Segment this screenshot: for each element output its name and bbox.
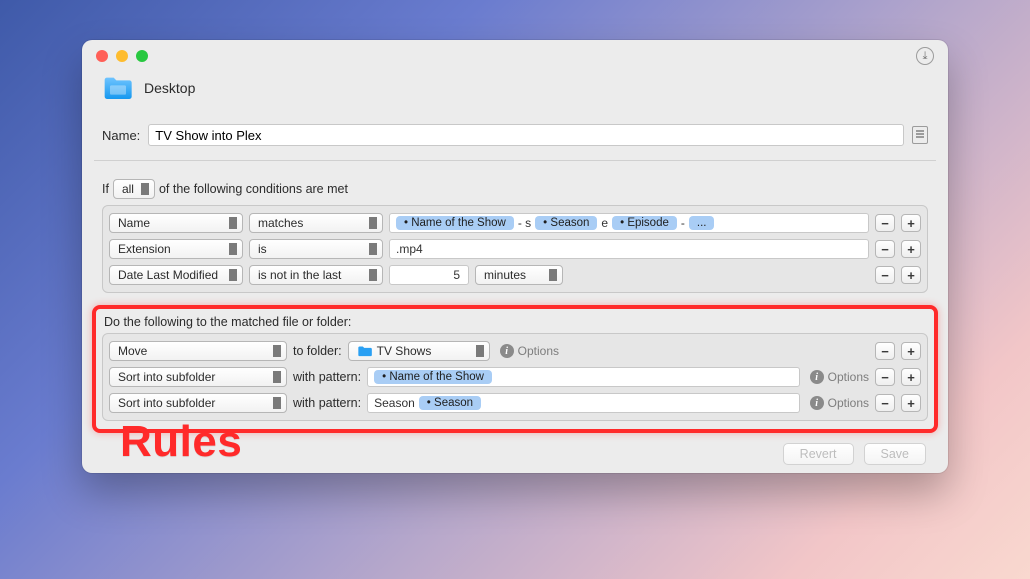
action-select[interactable]: Sort into subfolder (109, 367, 287, 387)
add-condition-button[interactable]: + (901, 240, 921, 258)
revert-button[interactable]: Revert (783, 443, 854, 465)
action-row: Sort into subfolder with pattern: • Name… (109, 364, 921, 390)
actions-rows: Move to folder: TV Shows i Options − + (102, 333, 928, 421)
joiner-text: with pattern: (293, 396, 361, 410)
actions-label: Do the following to the matched file or … (104, 315, 928, 329)
token-episode[interactable]: • Episode (612, 216, 677, 230)
conditions-rows: Name matches • Name of the Show - s • Se… (102, 205, 928, 293)
attr-select[interactable]: Name (109, 213, 243, 233)
pattern-field[interactable]: Season • Season (367, 393, 800, 413)
options-button[interactable]: i Options (500, 344, 559, 358)
download-icon[interactable]: ⤓ (916, 47, 934, 65)
condition-row: Date Last Modified is not in the last 5 … (109, 262, 921, 288)
action-row: Move to folder: TV Shows i Options − + (109, 338, 921, 364)
condition-row: Name matches • Name of the Show - s • Se… (109, 210, 921, 236)
name-row: Name: (82, 106, 948, 160)
remove-condition-button[interactable]: − (875, 214, 895, 232)
operator-select[interactable]: is (249, 239, 383, 259)
maximize-icon[interactable] (136, 50, 148, 62)
condition-row: Extension is .mp4 − + (109, 236, 921, 262)
conditions-section: If all of the following conditions are m… (94, 171, 936, 299)
conditions-label: If all of the following conditions are m… (102, 179, 928, 199)
pattern-field[interactable]: • Name of the Show (367, 367, 800, 387)
unit-select[interactable]: minutes (475, 265, 563, 285)
minimize-icon[interactable] (116, 50, 128, 62)
conditions-suffix: of the following conditions are met (159, 182, 348, 196)
add-condition-button[interactable]: + (901, 214, 921, 232)
info-icon: i (500, 344, 514, 358)
name-label: Name: (102, 128, 140, 143)
match-mode-select[interactable]: all (113, 179, 155, 199)
options-button[interactable]: i Options (810, 396, 869, 410)
value-field[interactable]: .mp4 (389, 239, 869, 259)
literal-text: Season (374, 396, 415, 410)
number-field[interactable]: 5 (389, 265, 469, 285)
attr-select[interactable]: Extension (109, 239, 243, 259)
joiner-text: with pattern: (293, 370, 361, 384)
context-header: Desktop (82, 40, 948, 106)
context-label: Desktop (144, 80, 195, 96)
operator-select[interactable]: is not in the last (249, 265, 383, 285)
remove-action-button[interactable]: − (875, 394, 895, 412)
attr-select[interactable]: Date Last Modified (109, 265, 243, 285)
close-icon[interactable] (96, 50, 108, 62)
info-icon: i (810, 396, 824, 410)
add-action-button[interactable]: + (901, 368, 921, 386)
add-action-button[interactable]: + (901, 394, 921, 412)
folder-icon (102, 72, 134, 104)
options-button[interactable]: i Options (810, 370, 869, 384)
divider (94, 160, 936, 161)
token-season[interactable]: • Season (535, 216, 597, 230)
save-button[interactable]: Save (864, 443, 927, 465)
joiner-text: to folder: (293, 344, 342, 358)
literal-text: e (601, 216, 608, 230)
notes-icon[interactable] (912, 126, 928, 144)
annotation-overlay: Rules (120, 417, 242, 467)
match-pattern-field[interactable]: • Name of the Show - s • Season e • Epis… (389, 213, 869, 233)
destination-folder-select[interactable]: TV Shows (348, 341, 490, 361)
action-select[interactable]: Move (109, 341, 287, 361)
add-condition-button[interactable]: + (901, 266, 921, 284)
remove-condition-button[interactable]: − (875, 240, 895, 258)
rule-editor-window: ⤓ Desktop Name: If all of the following … (82, 40, 948, 473)
token-ellipsis[interactable]: ... (689, 216, 715, 230)
remove-action-button[interactable]: − (875, 342, 895, 360)
action-select[interactable]: Sort into subfolder (109, 393, 287, 413)
token-season[interactable]: • Season (419, 396, 481, 410)
token-name-of-show[interactable]: • Name of the Show (396, 216, 514, 230)
token-name-of-show[interactable]: • Name of the Show (374, 370, 492, 384)
rule-name-input[interactable] (148, 124, 904, 146)
add-action-button[interactable]: + (901, 342, 921, 360)
operator-select[interactable]: matches (249, 213, 383, 233)
info-icon: i (810, 370, 824, 384)
if-text: If (102, 182, 109, 196)
window-traffic-lights (96, 50, 148, 62)
remove-condition-button[interactable]: − (875, 266, 895, 284)
literal-text: - s (518, 216, 531, 230)
folder-icon (357, 345, 373, 357)
remove-action-button[interactable]: − (875, 368, 895, 386)
action-row: Sort into subfolder with pattern: Season… (109, 390, 921, 416)
literal-text: - (681, 216, 685, 230)
actions-section: Do the following to the matched file or … (92, 305, 938, 433)
